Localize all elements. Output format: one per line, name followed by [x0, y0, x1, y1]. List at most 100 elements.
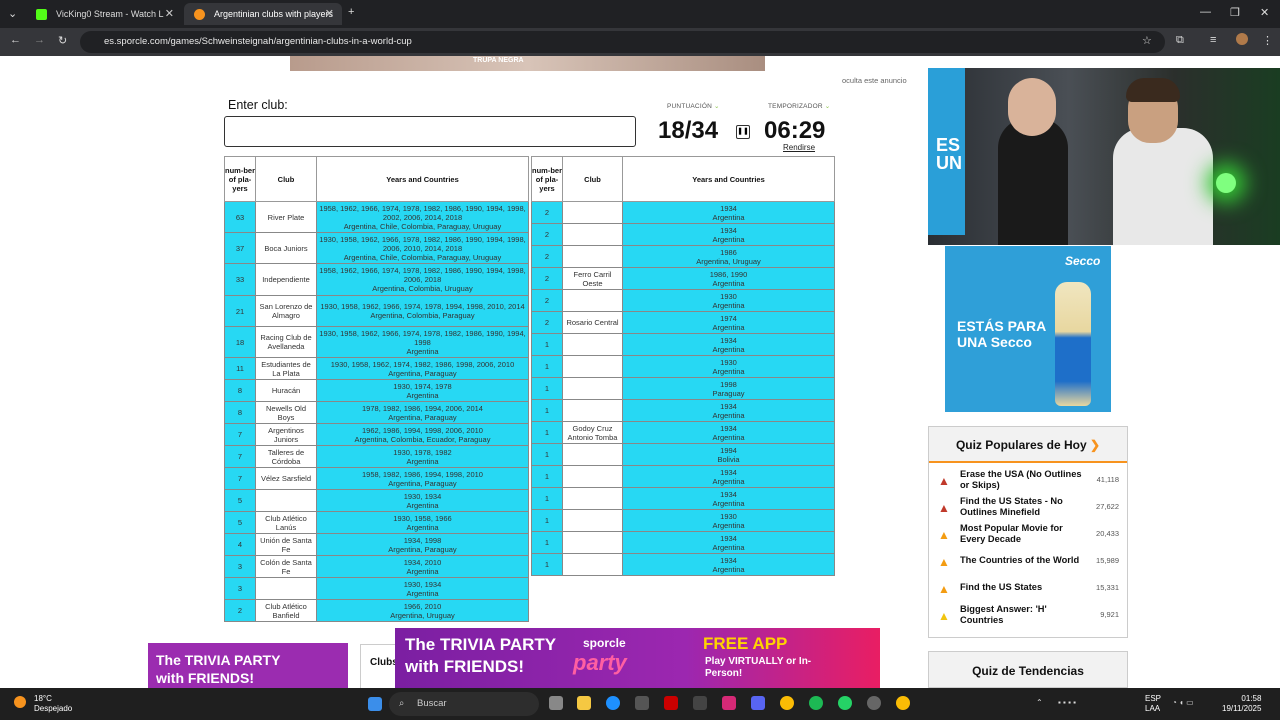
address-bar-row: ← → ↻ es.sporcle.com/games/Schweinsteign…	[0, 28, 1280, 56]
table-row: 4 Unión de Santa Fe 1934, 1998 Argentina, P…	[224, 533, 529, 556]
profile-avatar-icon[interactable]	[1236, 33, 1248, 45]
close-icon[interactable]: ✕	[325, 3, 334, 25]
trivia-ad-main[interactable]: The TRIVIA PARTY with FRIENDS! sporcle pa…	[395, 628, 880, 688]
back-icon[interactable]: ←	[10, 34, 21, 46]
pause-icon[interactable]: ❚❚	[736, 125, 750, 139]
instagram-icon[interactable]	[722, 696, 736, 710]
popular-quiz-item[interactable]: ▲ Erase the USA (No Outlines or Skips) 41,…	[929, 469, 1127, 495]
tray-chevron-icon[interactable]: ⌃	[1036, 698, 1043, 707]
years-text: 1934	[720, 533, 737, 543]
app-icon[interactable]	[664, 696, 678, 710]
table-row: 1 1934 Argentina	[531, 487, 835, 510]
table-row: 2 1934 Argentina	[531, 201, 835, 224]
tab-quiz[interactable]: Argentinian clubs with players ✕	[184, 3, 342, 25]
reload-icon[interactable]: ↻	[58, 34, 67, 47]
player-count-cell: 33	[224, 263, 256, 296]
close-icon[interactable]: ✕	[165, 3, 174, 25]
player-count-cell: 21	[224, 295, 256, 327]
popular-quiz-item[interactable]: ▲ Find the US States 15,331	[929, 577, 1127, 603]
discord-icon[interactable]	[751, 696, 765, 710]
streamer-right-body	[1113, 128, 1213, 245]
table-row: 7 Argentinos Juniors 1962, 1986, 1994, 199…	[224, 423, 529, 446]
banner-text: TRUPA NEGRA	[473, 57, 524, 64]
clock[interactable]: 01:58 19/11/2025	[1222, 694, 1261, 714]
countries-text: Argentina	[406, 390, 439, 400]
years-text: 1994	[720, 445, 737, 455]
windows-start-icon[interactable]	[368, 697, 382, 711]
menu-icon[interactable]: ⋮	[1262, 34, 1273, 47]
bookmark-star-icon[interactable]: ☆	[1142, 34, 1152, 47]
countries-text: Argentina	[712, 278, 745, 288]
table-row: 33 Independiente 1958, 1962, 1966, 1974, 1…	[224, 263, 529, 296]
url-field[interactable]: es.sporcle.com/games/Schweinsteignah/arg…	[80, 31, 1165, 53]
app-icon[interactable]	[693, 696, 707, 710]
player-count-cell: 1	[531, 553, 563, 576]
whatsapp-icon[interactable]	[838, 696, 852, 710]
table-row: 1 1934 Argentina	[531, 399, 835, 422]
window-close-icon[interactable]: ✕	[1260, 6, 1269, 19]
club-cell	[255, 489, 317, 512]
store-icon[interactable]	[635, 696, 649, 710]
task-view-icon[interactable]	[549, 696, 563, 710]
hide-ad-link[interactable]: oculta este anuncio	[842, 76, 907, 85]
give-up-link[interactable]: Rendirse	[783, 143, 815, 152]
player-count-cell: 18	[224, 326, 256, 358]
years-countries-cell: 1934 Argentina	[622, 531, 835, 554]
player-count-cell: 3	[224, 577, 256, 600]
club-cell: Unión de Santa Fe	[255, 533, 317, 556]
tab-stream[interactable]: VicKing0 Stream - Watch L ✕	[26, 3, 182, 25]
years-text: 1934	[720, 555, 737, 565]
table-row: 2 1934 Argentina	[531, 223, 835, 246]
file-explorer-icon[interactable]	[577, 696, 591, 710]
edge-icon[interactable]	[606, 696, 620, 710]
score-label[interactable]: PUNTUACIÓN ⌄	[667, 102, 720, 110]
spotify-icon[interactable]	[809, 696, 823, 710]
player-count-cell: 2	[531, 289, 563, 312]
player-count-cell: 1	[531, 377, 563, 400]
trending-quizzes-title[interactable]: Quiz de Tendencias	[928, 651, 1128, 688]
header-number: num-ber of pla-yers	[531, 156, 563, 202]
language-indicator[interactable]: ESP LAA	[1145, 694, 1161, 714]
countries-text: Argentina	[406, 566, 439, 576]
club-cell	[562, 333, 623, 356]
top-ad-banner[interactable]: TRUPA NEGRA	[290, 56, 765, 71]
countries-text: Argentina	[712, 564, 745, 574]
popular-quiz-item[interactable]: ▲ Biggest Answer: 'H' Countries 9,921	[929, 604, 1127, 630]
years-text: 1986, 1990	[709, 269, 748, 279]
club-cell: Estudiantes de La Plata	[255, 357, 317, 380]
club-cell: Racing Club de Avellaneda	[255, 326, 317, 358]
taskbar-search[interactable]: ⌕ Buscar	[389, 692, 539, 716]
weather-widget[interactable]: 18°C Despejado	[34, 694, 72, 714]
popular-quiz-item[interactable]: ▲ The Countries of the World 15,989	[929, 550, 1127, 576]
popular-quiz-item[interactable]: ▲ Most Popular Movie for Every Decade 20,4…	[929, 523, 1127, 549]
countries-text: Paraguay	[712, 388, 745, 398]
popular-quizzes-title[interactable]: Quiz Populares de Hoy ❯	[929, 427, 1127, 463]
maximize-icon[interactable]: ❐	[1230, 6, 1240, 19]
secco-ad[interactable]: Secco ESTÁS PARA UNA Secco	[945, 246, 1111, 412]
club-cell	[562, 223, 623, 246]
years-text: 1930	[720, 511, 737, 521]
extensions-icon[interactable]: ⧉	[1176, 34, 1184, 47]
popular-quiz-item[interactable]: ▲ Find the US States - No Outlines Minefi…	[929, 496, 1127, 522]
years-text: 1930, 1958, 1962, 1974, 1982, 1986, 1998…	[330, 359, 515, 369]
answer-table-right: num-ber of pla-yers Club Years and Count…	[531, 156, 835, 576]
table-row: 7 Talleres de Córdoba 1930, 1978, 1982 Arge…	[224, 445, 529, 468]
quiz-name: Biggest Answer: 'H' Countries	[960, 604, 1047, 625]
tray-icons[interactable]: ▪ ▪ ▪ ▪	[1058, 698, 1076, 707]
club-answer-input[interactable]	[224, 116, 636, 147]
chrome-icon[interactable]	[780, 696, 794, 710]
app-icon[interactable]	[867, 696, 881, 710]
reading-list-icon[interactable]: ≡	[1210, 34, 1216, 46]
forward-icon[interactable]: →	[34, 34, 45, 46]
minimize-icon[interactable]: —	[1200, 6, 1211, 18]
clubs-tab[interactable]: Clubs	[360, 644, 398, 688]
player-count-cell: 2	[531, 223, 563, 246]
trivia-ad-left[interactable]: The TRIVIA PARTY with FRIENDS!	[148, 643, 348, 688]
table-row: 7 Vélez Sarsfield 1958, 1982, 1986, 1994, …	[224, 467, 529, 490]
wifi-volume-battery-icons[interactable]: ◔ ◖ ▭	[1172, 698, 1194, 707]
chrome-icon[interactable]	[896, 696, 910, 710]
timer-label[interactable]: TEMPORIZADOR ⌄	[768, 102, 830, 110]
new-tab-icon[interactable]: +	[348, 6, 354, 18]
years-text: 1930, 1958, 1962, 1966, 1974, 1978, 1994…	[320, 302, 525, 311]
tab-list-icon[interactable]: ⌄	[8, 7, 17, 20]
